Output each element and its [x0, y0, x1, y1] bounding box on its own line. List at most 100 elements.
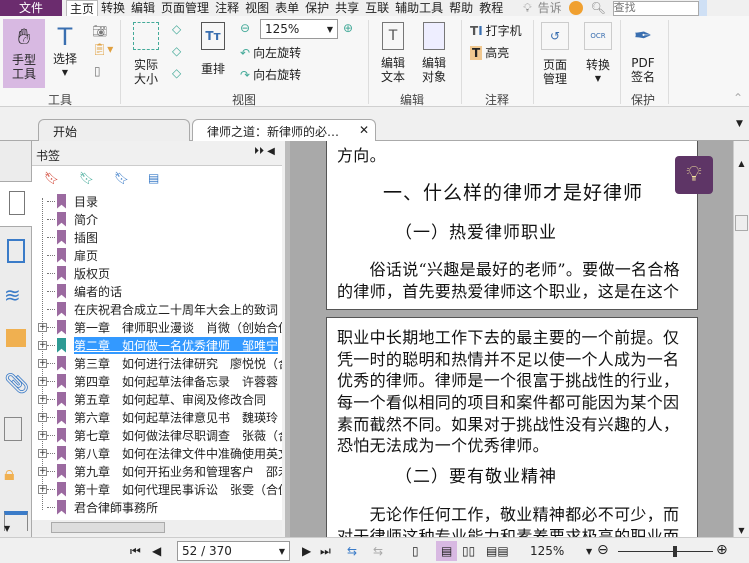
actual-size-button[interactable]: 实际 大小 — [130, 22, 162, 86]
fit-visible-icon[interactable]: ◇ — [172, 66, 181, 80]
highlight-button[interactable]: T 高亮 — [470, 44, 509, 61]
search-input[interactable] — [612, 0, 699, 16]
find-options-icon[interactable]: 🔍︎ — [591, 1, 611, 15]
tell-me[interactable]: 告诉 — [535, 0, 561, 16]
delete-bookmark-icon[interactable]: 🔖︎ — [44, 171, 59, 185]
bookmark-item[interactable]: + 第二章 如何做一名优秀律师 邹唯宁 — [32, 336, 282, 354]
signature-icon[interactable] — [4, 417, 22, 441]
zoom-dropdown-icon[interactable]: ▼ — [586, 547, 592, 556]
next-view-icon[interactable]: ⇆ — [373, 544, 383, 558]
menu-view[interactable]: 视图 — [242, 0, 272, 16]
pdf-sign-button[interactable]: ✒︎ PDF 签名 — [626, 22, 660, 84]
hscroll-thumb[interactable] — [51, 522, 165, 533]
single-page-icon[interactable]: ▯ — [412, 544, 419, 558]
clipboard-icon[interactable]: 📋︎▾ — [92, 42, 113, 56]
collapse-ribbon-icon[interactable]: ⌃ — [733, 91, 743, 105]
rotate-right-button[interactable]: ↷ 向右旋转 — [240, 66, 301, 83]
zoom-out-button[interactable]: ⊖ — [597, 542, 609, 558]
comments-icon[interactable] — [6, 329, 26, 347]
vertical-scrollbar[interactable]: ▲ ▼ — [733, 141, 749, 537]
bookmark-item[interactable]: 君合律師事務所 — [32, 498, 282, 516]
zoom-slider[interactable] — [618, 546, 713, 557]
close-tab-icon[interactable]: ✕ — [359, 123, 369, 137]
bookmark-item[interactable]: + 第六章 如何起草法律意见书 魏瑛玲 — [32, 408, 282, 426]
bookmark-item[interactable]: + 第七章 如何做法律尽职调查 张薇（合 — [32, 426, 282, 444]
pages-panel-icon[interactable] — [7, 239, 25, 263]
tab-list-icon[interactable]: ▼ — [736, 119, 743, 129]
bookmark-item[interactable]: 目录 — [32, 192, 282, 210]
layers-icon[interactable]: ≋ — [4, 283, 28, 307]
typewriter-button[interactable]: TI 打字机 — [470, 22, 522, 39]
continuous-page-icon[interactable]: ▤ — [436, 541, 458, 561]
menu-tutorial[interactable]: 教程 — [476, 0, 506, 16]
reflow-button[interactable]: Tт 重排 — [198, 22, 228, 76]
hand-tool-button[interactable]: ✋︎ 手型 工具 — [3, 19, 45, 88]
search-go-button[interactable] — [698, 0, 707, 16]
previous-view-icon[interactable]: ⇆ — [347, 544, 357, 558]
continuous-facing-icon[interactable]: ▤▤ — [486, 544, 509, 558]
bookmark-item[interactable]: + 第五章 如何起草、审阅及修改合同 — [32, 390, 282, 408]
fit-width-icon[interactable]: ◇ — [172, 44, 181, 58]
bookmark-item[interactable]: + 第八章 如何在法律文件中准确使用英文 — [32, 444, 282, 462]
bookmark-item[interactable]: 简介 — [32, 210, 282, 228]
last-page-button[interactable]: ⏭ — [320, 544, 331, 559]
menu-page-manage[interactable]: 页面管理 — [158, 0, 212, 16]
menu-file[interactable]: 文件 — [0, 0, 62, 16]
select-button[interactable]: T 选择 ▼ — [50, 22, 80, 80]
page-number-field[interactable]: 52 / 370 ▼ — [177, 541, 290, 561]
page-manage-button[interactable]: ↺ 页面 管理 — [538, 22, 572, 86]
lock-icon[interactable]: 🔒︎ — [4, 461, 28, 485]
menu-help[interactable]: 帮助 — [446, 0, 476, 16]
rotate-left-button[interactable]: ↶ 向左旋转 — [240, 44, 301, 61]
menu-share[interactable]: 共享 — [332, 0, 362, 16]
bookmark-item[interactable]: + 第一章 律师职业漫谈 肖微（创始合伙 — [32, 318, 282, 336]
bookmark-item[interactable]: + 第三章 如何进行法律研究 廖悦悦（合 — [32, 354, 282, 372]
zoom-out-icon[interactable]: ⊖ — [240, 21, 250, 35]
edit-object-button[interactable]: 编辑 对象 — [416, 22, 452, 84]
zoom-slider-thumb[interactable] — [673, 546, 677, 557]
bookmark-list-icon[interactable]: ▤ — [148, 171, 159, 185]
heart-icon[interactable] — [568, 1, 583, 15]
add-bookmark-icon[interactable]: 🔖︎ — [79, 171, 94, 185]
first-page-button[interactable]: ⏮ — [130, 544, 141, 559]
zoom-select[interactable]: 125% ▼ — [260, 19, 338, 39]
bookmark-item[interactable]: 插图 — [32, 228, 282, 246]
bookmark-item[interactable]: + 第四章 如何起草法律备忘录 许蓉蓉 — [32, 372, 282, 390]
page-icon[interactable]: ▯ — [94, 64, 101, 78]
bookmark-item[interactable]: 在庆祝君合成立二十周年大会上的致词 — [32, 300, 282, 318]
bookmark-item[interactable]: 版权页 — [32, 264, 282, 282]
zoom-in-icon[interactable]: ⊕ — [343, 21, 353, 35]
more-panels-icon[interactable]: ▼ — [4, 524, 10, 533]
next-page-button[interactable]: ▶ — [302, 544, 311, 558]
edit-text-button[interactable]: T 编辑 文本 — [377, 22, 409, 84]
bookmark-hscrollbar[interactable] — [32, 520, 282, 535]
fit-page-icon[interactable]: ◇ — [172, 22, 181, 36]
prev-page-button[interactable]: ◀ — [152, 544, 161, 558]
tab-document[interactable]: 律师之道：新律师的必… ✕ — [192, 119, 376, 141]
snapshot-icon[interactable]: 📷︎ — [92, 24, 107, 38]
menu-comment[interactable]: 注释 — [212, 0, 242, 16]
bookmark-properties-icon[interactable]: 🔖︎ — [114, 171, 129, 185]
panel-options-icon[interactable]: ⏵⏵ ◀ — [254, 146, 275, 157]
bookmark-item[interactable]: 编者的话 — [32, 282, 282, 300]
tips-lightbulb-button[interactable]: 💡︎ — [675, 156, 713, 194]
menu-edit[interactable]: 编辑 — [128, 0, 158, 16]
vscroll-thumb[interactable] — [735, 215, 748, 231]
zoom-in-button[interactable]: ⊕ — [716, 542, 728, 558]
tab-start[interactable]: 开始 — [38, 119, 190, 141]
lightbulb-icon[interactable]: 💡︎ — [520, 0, 534, 16]
bookmark-item[interactable]: + 第九章 如何开拓业务和管理客户 邵禾 — [32, 462, 282, 480]
convert-button[interactable]: OCR 转换 ▼ — [582, 22, 614, 86]
bookmark-item[interactable]: + 第十章 如何代理民事诉讼 张雯（合伙 — [32, 480, 282, 498]
bookmarks-panel-icon[interactable] — [9, 191, 25, 215]
menu-accessibility[interactable]: 辅助工具 — [392, 0, 446, 16]
zoom-level[interactable]: 125% — [530, 544, 564, 558]
menu-form[interactable]: 表单 — [272, 0, 302, 16]
menu-connect[interactable]: 互联 — [362, 0, 392, 16]
menu-home[interactable]: 主页 — [66, 0, 99, 17]
facing-page-icon[interactable]: ▯▯ — [462, 544, 475, 558]
bookmark-item[interactable]: 扉页 — [32, 246, 282, 264]
attachment-icon[interactable]: 📎︎ — [4, 371, 29, 395]
menu-convert[interactable]: 转换 — [98, 0, 128, 16]
menu-protect[interactable]: 保护 — [302, 0, 332, 16]
